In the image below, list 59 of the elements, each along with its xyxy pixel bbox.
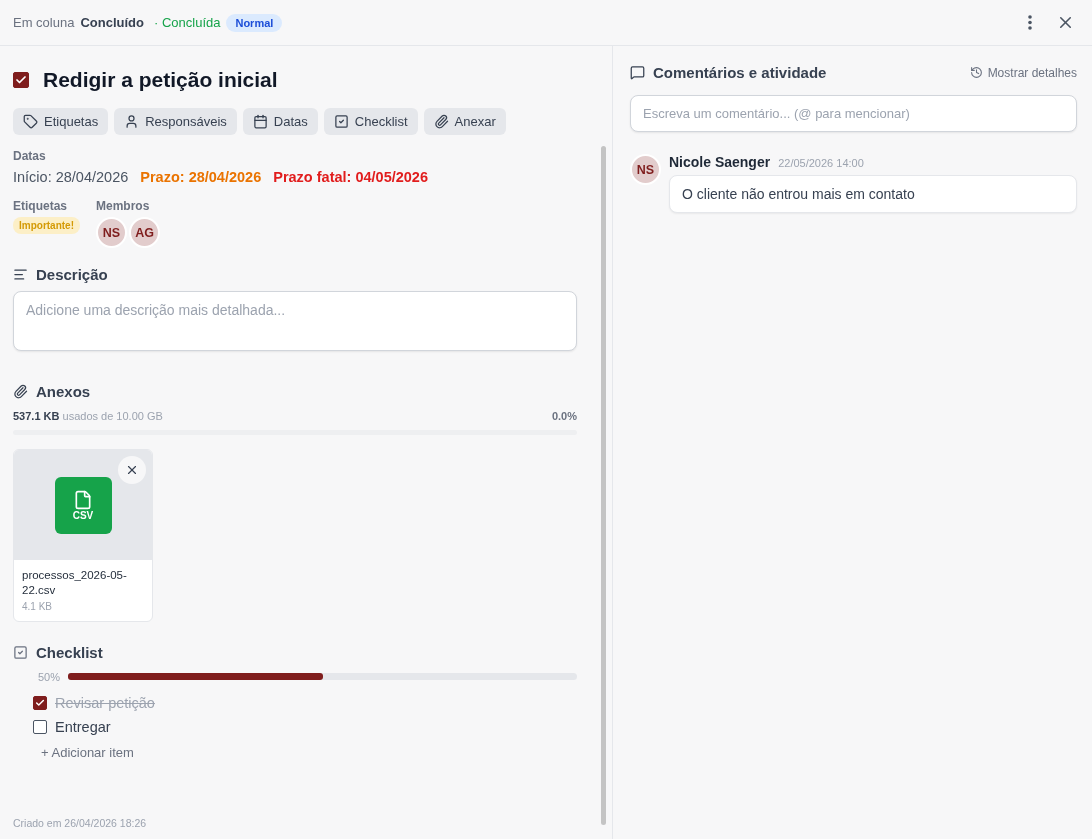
paperclip-icon bbox=[13, 384, 28, 399]
action-button[interactable]: Checklist bbox=[323, 108, 418, 135]
details-button[interactable]: Mostrar detalhes bbox=[969, 65, 1077, 80]
clip-icon bbox=[433, 114, 449, 129]
progress-percent: 50% bbox=[38, 670, 61, 683]
file-size: 4.1 KB bbox=[22, 600, 54, 612]
tag-icon bbox=[23, 114, 38, 129]
status-text: · Concluída bbox=[153, 15, 221, 30]
member-avatar[interactable]: NS bbox=[96, 217, 127, 248]
action-button[interactable]: Etiquetas bbox=[13, 108, 109, 135]
item-checkbox[interactable] bbox=[33, 695, 47, 710]
checkmark-icon bbox=[15, 74, 27, 86]
more-icon bbox=[1028, 15, 1032, 30]
created-date: Criado em 26/04/2026 18:26 bbox=[13, 817, 148, 829]
description-field[interactable]: Adicione uma descrição mais detalhada... bbox=[13, 291, 577, 351]
checkmark-icon bbox=[35, 697, 45, 708]
section-title: Anexos bbox=[36, 383, 91, 400]
storage-percent: 0.0% bbox=[551, 410, 577, 422]
checklist-item: Revisar petição bbox=[55, 694, 155, 711]
column-prefix: Em coluna bbox=[13, 15, 75, 30]
section-title: Checklist bbox=[36, 643, 103, 661]
author-avatar: NS bbox=[630, 154, 661, 185]
comment-icon bbox=[630, 65, 645, 80]
members-label: Membros bbox=[96, 199, 151, 213]
user-icon bbox=[124, 114, 140, 129]
date-text: Prazo: 28/04/2026 bbox=[140, 169, 262, 185]
comment-author: Nicole Saenger bbox=[669, 154, 771, 170]
date-text: Início: 28/04/2026 bbox=[13, 169, 129, 185]
priority-badge: Normal bbox=[226, 13, 283, 32]
check-icon bbox=[333, 114, 349, 129]
file-name: processos_2026-05-22.csv bbox=[22, 568, 128, 598]
date-text: Prazo fatal: 04/05/2026 bbox=[273, 169, 428, 185]
history-icon bbox=[969, 66, 983, 79]
item-checkbox[interactable] bbox=[33, 719, 47, 734]
remove-button[interactable] bbox=[118, 456, 146, 484]
comment-text: O cliente não entrou mais em contato bbox=[669, 175, 1077, 213]
comment-field[interactable]: Escreva um comentário... (@ para mencionar) bbox=[630, 95, 1077, 132]
calendar-icon bbox=[252, 114, 268, 129]
action-button[interactable]: Anexar bbox=[423, 108, 506, 135]
add-item-button[interactable]: + Adicionar item bbox=[33, 744, 142, 760]
storage-usage: 537.1 KB usados de 10.00 GB bbox=[13, 410, 163, 422]
file-card[interactable]: CSV processos_2026-05-22.csv 4.1 KB bbox=[13, 449, 153, 622]
column-name: Concluído bbox=[80, 15, 144, 30]
checklist-item: Entregar bbox=[55, 718, 111, 735]
checkbox-icon bbox=[13, 644, 28, 660]
section-title: Comentários e atividade bbox=[653, 64, 827, 81]
text-lines-icon bbox=[13, 267, 28, 282]
labels-label: Etiquetas bbox=[13, 199, 68, 213]
comment-time: 22/05/2026 14:00 bbox=[778, 157, 864, 169]
action-button[interactable]: Responsáveis bbox=[114, 108, 237, 135]
file-type-icon: CSV bbox=[54, 476, 112, 534]
task-checkbox[interactable] bbox=[13, 72, 29, 88]
close-icon bbox=[125, 463, 139, 477]
action-button[interactable]: Datas bbox=[242, 108, 318, 135]
section-title: Descrição bbox=[36, 266, 108, 283]
dates-label: Datas bbox=[13, 149, 47, 163]
member-avatar[interactable]: AG bbox=[129, 217, 160, 248]
task-title: Redigir a petição inicial bbox=[43, 68, 278, 92]
label-tag: Importante! bbox=[13, 217, 80, 234]
